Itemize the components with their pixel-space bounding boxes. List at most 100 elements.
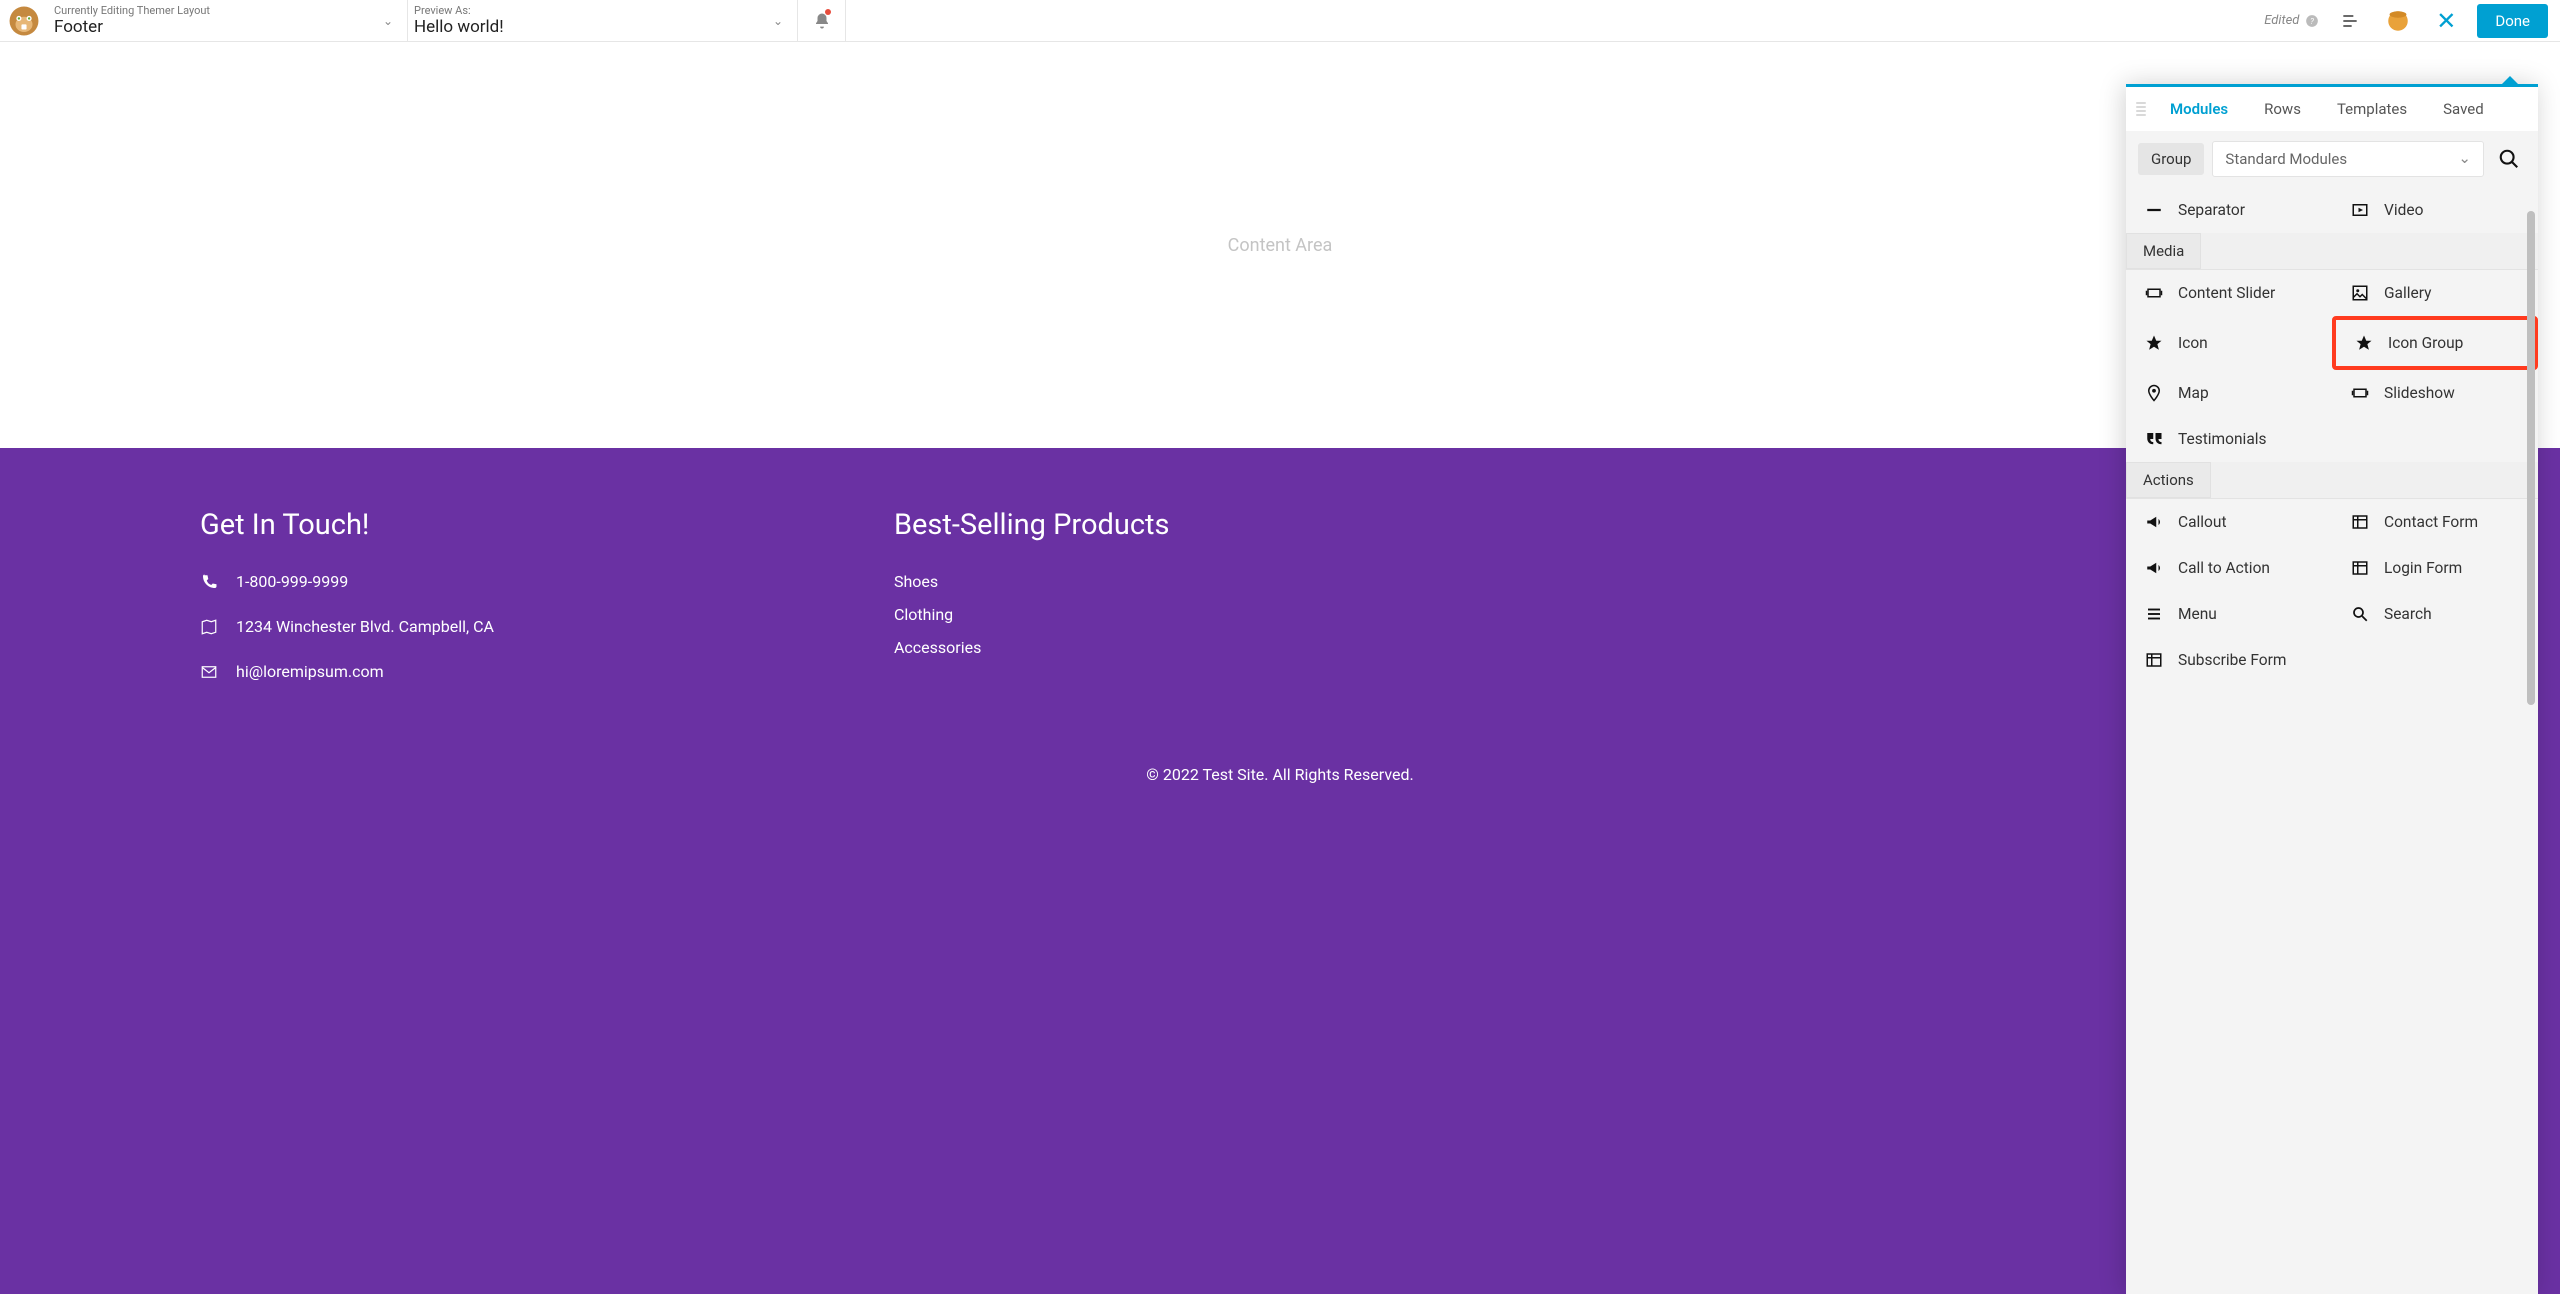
- group-chip[interactable]: Group: [2138, 143, 2204, 175]
- footer-col-contact: Get In Touch! 1-800-999-9999 1234 Winche…: [200, 508, 494, 707]
- module-label: Menu: [2178, 605, 2217, 623]
- page-canvas: Content Area Get In Touch! 1-800-999-999…: [0, 42, 2560, 1294]
- module-label: Testimonials: [2178, 430, 2267, 448]
- module-icon[interactable]: Icon: [2126, 316, 2332, 370]
- modules-panel-button[interactable]: [2381, 4, 2415, 38]
- drawer-tabs: Modules Rows Templates Saved: [2126, 87, 2538, 131]
- module-label: Gallery: [2384, 284, 2431, 302]
- search-icon: [2350, 605, 2370, 623]
- close-icon: ✕: [2436, 7, 2456, 35]
- tab-saved[interactable]: Saved: [2425, 87, 2502, 131]
- slider-icon: [2144, 284, 2164, 302]
- module-label: Contact Form: [2384, 513, 2478, 531]
- module-label: Search: [2384, 605, 2432, 623]
- quote-icon: [2144, 430, 2164, 448]
- module-call-to-action[interactable]: Call to Action: [2126, 545, 2332, 591]
- modules-drawer: Modules Rows Templates Saved Group Stand…: [2126, 84, 2538, 1294]
- edited-label: Edited: [2264, 13, 2299, 28]
- module-content-slider[interactable]: Content Slider: [2126, 270, 2332, 316]
- group-select[interactable]: Standard Modules: [2212, 141, 2484, 177]
- map-pin-icon: [2144, 384, 2164, 402]
- contact-phone[interactable]: 1-800-999-9999: [200, 572, 494, 591]
- editing-value: Footer: [54, 17, 393, 37]
- module-subscribe-form[interactable]: Subscribe Form: [2126, 637, 2332, 683]
- beaver-logo-icon: [7, 4, 41, 38]
- module-testimonials[interactable]: Testimonials: [2126, 416, 2332, 462]
- scrollbar-thumb[interactable]: [2527, 211, 2535, 705]
- currently-editing-selector[interactable]: Currently Editing Themer Layout Footer ⌄: [48, 0, 408, 41]
- envelope-icon: [200, 663, 218, 681]
- module-contact-form[interactable]: Contact Form: [2332, 499, 2538, 545]
- module-label: Icon Group: [2388, 334, 2463, 352]
- video-icon: [2350, 201, 2370, 219]
- contact-email-text: hi@loremipsum.com: [236, 662, 384, 681]
- module-slideshow[interactable]: Slideshow: [2332, 370, 2538, 416]
- modules-icon: [2385, 8, 2411, 34]
- close-panel-button[interactable]: ✕: [2429, 4, 2463, 38]
- gallery-icon: [2350, 284, 2370, 302]
- module-icon-group[interactable]: Icon Group: [2332, 316, 2538, 370]
- bullhorn-icon: [2144, 513, 2164, 531]
- phone-icon: [200, 573, 218, 591]
- module-login-form[interactable]: Login Form: [2332, 545, 2538, 591]
- app-logo[interactable]: [0, 0, 48, 41]
- help-icon[interactable]: ?: [2305, 14, 2319, 28]
- footer-title-contact: Get In Touch!: [200, 508, 494, 542]
- chevron-down-icon: ⌄: [773, 14, 783, 28]
- product-link[interactable]: Clothing: [894, 605, 1170, 624]
- product-link[interactable]: Shoes: [894, 572, 1170, 591]
- outline-list-icon: [2340, 11, 2360, 31]
- menu-icon: [2144, 605, 2164, 623]
- star-icon: [2144, 334, 2164, 352]
- star-icon: [2354, 334, 2374, 352]
- module-label: Slideshow: [2384, 384, 2455, 402]
- module-map[interactable]: Map: [2126, 370, 2332, 416]
- form-icon: [2350, 559, 2370, 577]
- tab-modules[interactable]: Modules: [2152, 87, 2246, 131]
- module-callout[interactable]: Callout: [2126, 499, 2332, 545]
- contact-email[interactable]: hi@loremipsum.com: [200, 662, 494, 681]
- filter-row: Group Standard Modules: [2126, 131, 2538, 187]
- bullhorn-icon: [2144, 559, 2164, 577]
- edited-status: Edited ?: [2264, 13, 2319, 28]
- module-separator[interactable]: Separator: [2126, 187, 2332, 233]
- notification-dot: [825, 9, 831, 15]
- notifications-button[interactable]: [798, 0, 846, 41]
- module-video[interactable]: Video: [2332, 187, 2538, 233]
- footer-col-products: Best-Selling Products Shoes Clothing Acc…: [894, 508, 1170, 707]
- top-toolbar: Currently Editing Themer Layout Footer ⌄…: [0, 0, 2560, 42]
- module-label: Map: [2178, 384, 2209, 402]
- module-label: Separator: [2178, 201, 2245, 219]
- tab-templates[interactable]: Templates: [2319, 87, 2425, 131]
- module-label: Video: [2384, 201, 2423, 219]
- module-search[interactable]: Search: [2332, 591, 2538, 637]
- drawer-pointer: [2500, 76, 2520, 86]
- module-label: Icon: [2178, 334, 2208, 352]
- separator-icon: [2144, 201, 2164, 219]
- product-link[interactable]: Accessories: [894, 638, 1170, 657]
- contact-address[interactable]: 1234 Winchester Blvd. Campbell, CA: [200, 617, 494, 636]
- content-area-label: Content Area: [1228, 235, 1333, 256]
- module-gallery[interactable]: Gallery: [2332, 270, 2538, 316]
- footer-title-products: Best-Selling Products: [894, 508, 1170, 542]
- section-actions: Actions: [2126, 462, 2211, 498]
- module-label: Login Form: [2384, 559, 2462, 577]
- preview-as-selector[interactable]: Preview As: Hello world! ⌄: [408, 0, 798, 41]
- editing-label: Currently Editing Themer Layout: [54, 4, 393, 17]
- slideshow-icon: [2350, 384, 2370, 402]
- module-search-button[interactable]: [2492, 142, 2526, 176]
- outline-button[interactable]: [2333, 4, 2367, 38]
- form-icon: [2350, 513, 2370, 531]
- module-label: Subscribe Form: [2178, 651, 2286, 669]
- chevron-down-icon: ⌄: [383, 14, 393, 28]
- map-fold-icon: [200, 618, 218, 636]
- svg-text:?: ?: [2310, 15, 2314, 25]
- module-label: Callout: [2178, 513, 2227, 531]
- module-list[interactable]: Separator Video Media Content Slider Gal…: [2126, 187, 2538, 1294]
- preview-label: Preview As:: [414, 4, 783, 17]
- done-button[interactable]: Done: [2477, 4, 2548, 38]
- tab-rows[interactable]: Rows: [2246, 87, 2319, 131]
- section-media: Media: [2126, 233, 2201, 269]
- drag-handle-icon[interactable]: [2134, 102, 2148, 116]
- module-menu[interactable]: Menu: [2126, 591, 2332, 637]
